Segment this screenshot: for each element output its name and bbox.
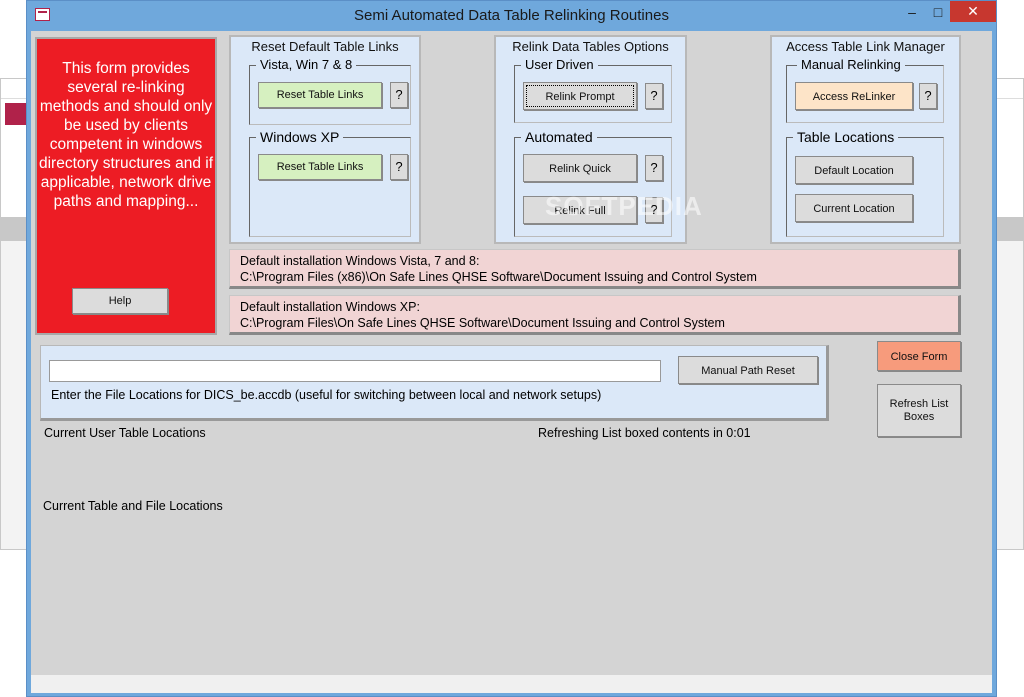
user-driven-group-title: User Driven	[521, 57, 598, 72]
manual-path-panel: Manual Path Reset Enter the File Locatio…	[40, 345, 829, 421]
relink-prompt-button[interactable]: Relink Prompt	[523, 82, 637, 110]
background-file-tab	[5, 103, 27, 125]
xp-default-path-box: Default installation Windows XP: C:\Prog…	[229, 295, 961, 335]
vista-group-title: Vista, Win 7 & 8	[256, 57, 357, 72]
warning-info-box: This form provides several re-linking me…	[35, 37, 217, 335]
relink-dialog-window: Semi Automated Data Table Relinking Rout…	[26, 0, 997, 697]
minimize-icon[interactable]: –	[900, 2, 924, 22]
manual-relinking-group-title: Manual Relinking	[797, 57, 905, 72]
xp-default-heading: Default installation Windows XP:	[240, 300, 420, 314]
vista-help-button[interactable]: ?	[390, 82, 408, 108]
help-button[interactable]: Help	[72, 288, 168, 314]
form-footer	[31, 675, 992, 693]
xp-help-button[interactable]: ?	[390, 154, 408, 180]
vista-group: Vista, Win 7 & 8 Reset Table Links ?	[249, 57, 411, 125]
relink-quick-help-button[interactable]: ?	[645, 155, 663, 181]
relink-prompt-help-button[interactable]: ?	[645, 83, 663, 109]
relink-panel-title: Relink Data Tables Options	[512, 39, 669, 54]
xp-group-title: Windows XP	[256, 129, 344, 145]
close-form-button[interactable]: Close Form	[877, 341, 961, 371]
reset-default-links-panel: Reset Default Table Links Vista, Win 7 &…	[229, 35, 421, 244]
maximize-icon[interactable]: □	[926, 2, 950, 22]
user-driven-group: User Driven Relink Prompt ?	[514, 57, 672, 123]
warning-text: This form provides several re-linking me…	[38, 60, 213, 210]
xp-default-path: C:\Program Files\On Safe Lines QHSE Soft…	[240, 316, 725, 330]
reset-table-links-xp-button[interactable]: Reset Table Links	[258, 154, 382, 180]
refresh-countdown-label: Refreshing List boxed contents in 0:01	[538, 426, 751, 440]
file-location-input[interactable]	[49, 360, 661, 382]
current-location-button[interactable]: Current Location	[795, 194, 913, 222]
table-locations-group: Table Locations Default Location Current…	[786, 129, 944, 237]
vista-default-path: C:\Program Files (x86)\On Safe Lines QHS…	[240, 270, 757, 284]
refresh-list-boxes-button[interactable]: Refresh List Boxes	[877, 384, 961, 437]
watermark: SOFTPEDIA	[545, 191, 703, 221]
automated-group: Automated Relink Quick ? Relink Full ?	[514, 129, 672, 237]
window-title: Semi Automated Data Table Relinking Rout…	[354, 7, 669, 24]
manual-path-reset-button[interactable]: Manual Path Reset	[678, 356, 818, 384]
relink-quick-button[interactable]: Relink Quick	[523, 154, 637, 182]
vista-default-path-box: Default installation Windows Vista, 7 an…	[229, 249, 961, 289]
vista-default-heading: Default installation Windows Vista, 7 an…	[240, 254, 480, 268]
automated-group-title: Automated	[521, 129, 597, 145]
manual-relinking-group: Manual Relinking Access ReLinker ?	[786, 57, 944, 123]
title-bar: Semi Automated Data Table Relinking Rout…	[27, 1, 996, 31]
reset-panel-title: Reset Default Table Links	[251, 39, 399, 54]
access-relinker-button[interactable]: Access ReLinker	[795, 82, 913, 110]
access-relinker-help-button[interactable]: ?	[919, 83, 937, 109]
close-icon[interactable]: ✕	[950, 1, 996, 22]
table-file-locations-label: Current Table and File Locations	[43, 499, 223, 513]
xp-group: Windows XP Reset Table Links ?	[249, 129, 411, 237]
file-location-hint: Enter the File Locations for DICS_be.acc…	[51, 388, 602, 402]
default-location-button[interactable]: Default Location	[795, 156, 913, 184]
user-table-locations-label: Current User Table Locations	[44, 426, 206, 440]
access-panel-title: Access Table Link Manager	[786, 39, 945, 54]
reset-table-links-vista-button[interactable]: Reset Table Links	[258, 82, 382, 108]
access-link-manager-panel: Access Table Link Manager Manual Relinki…	[770, 35, 961, 244]
table-locations-group-title: Table Locations	[793, 129, 899, 145]
form-body: This form provides several re-linking me…	[31, 31, 992, 693]
